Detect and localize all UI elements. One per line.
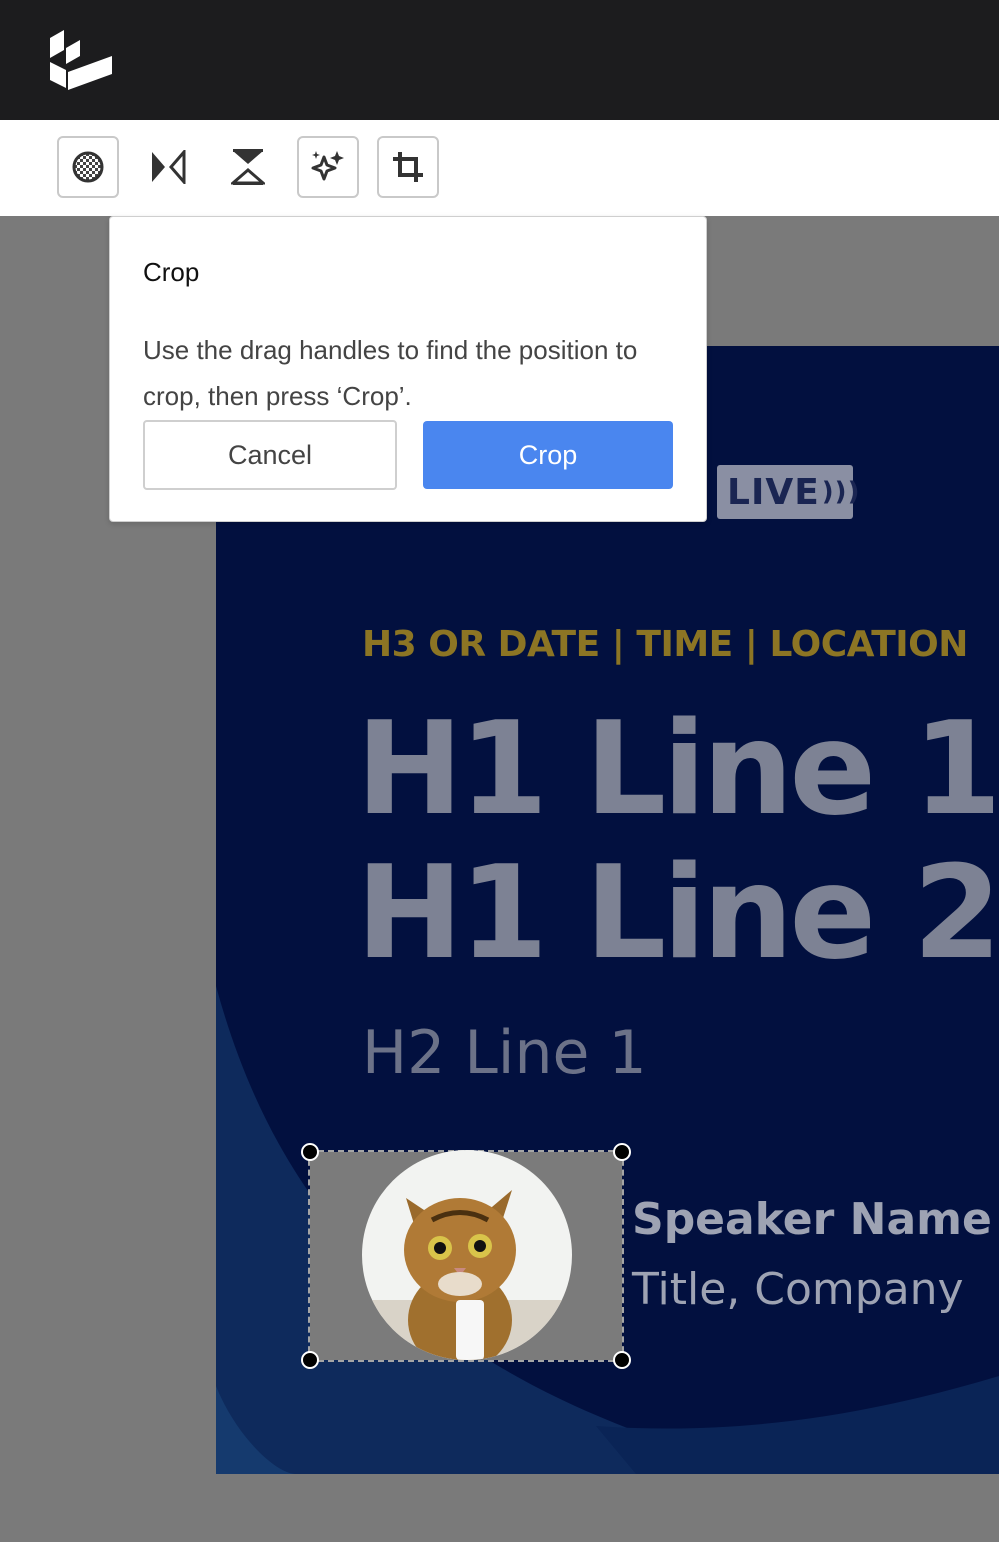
subheadline-line-1[interactable]: H2 Line 1 [362, 1018, 647, 1088]
popover-title: Crop [143, 257, 200, 287]
speaker-title[interactable]: Title, Company [632, 1264, 964, 1315]
app-logo-icon[interactable] [46, 26, 114, 94]
crop-handle-bottom-right[interactable] [613, 1351, 631, 1369]
speaker-photo [362, 1150, 572, 1360]
crop-popover: Crop Use the drag handles to find the po… [109, 216, 707, 522]
crop-handle-bottom-left[interactable] [301, 1351, 319, 1369]
event-h3[interactable]: H3 OR DATE | TIME | LOCATION [362, 624, 968, 665]
magic-tool[interactable] [297, 136, 359, 198]
popover-instructions: Use the drag handles to find the positio… [143, 335, 638, 411]
checker-circle-icon [72, 151, 104, 183]
crop-tool[interactable] [377, 136, 439, 198]
broadcast-icon: ))) [821, 477, 861, 507]
flip-vertical-tool[interactable] [217, 136, 279, 198]
headline-line-1[interactable]: H1 Line 1 [356, 706, 999, 834]
sparkles-icon [311, 151, 344, 181]
crop-handle-top-right[interactable] [613, 1143, 631, 1161]
flip-horizontal-tool[interactable] [137, 136, 199, 198]
live-badge: LIVE ))) [717, 465, 859, 519]
flip-vertical-icon [231, 149, 265, 185]
image-toolbar [0, 120, 999, 216]
live-badge-label: LIVE [727, 471, 820, 513]
top-bar [0, 0, 999, 120]
cancel-button[interactable]: Cancel [143, 420, 397, 490]
crop-icon [393, 152, 423, 182]
transparency-tool[interactable] [57, 136, 119, 198]
headline-line-2[interactable]: H1 Line 2 [356, 850, 999, 978]
flip-horizontal-icon [152, 150, 186, 184]
crop-selection[interactable] [301, 1143, 631, 1369]
crop-handle-top-left[interactable] [301, 1143, 319, 1161]
crop-button[interactable]: Crop [423, 421, 673, 489]
cat-photo-illustration [362, 1150, 572, 1360]
speaker-name[interactable]: Speaker Name [632, 1194, 992, 1245]
